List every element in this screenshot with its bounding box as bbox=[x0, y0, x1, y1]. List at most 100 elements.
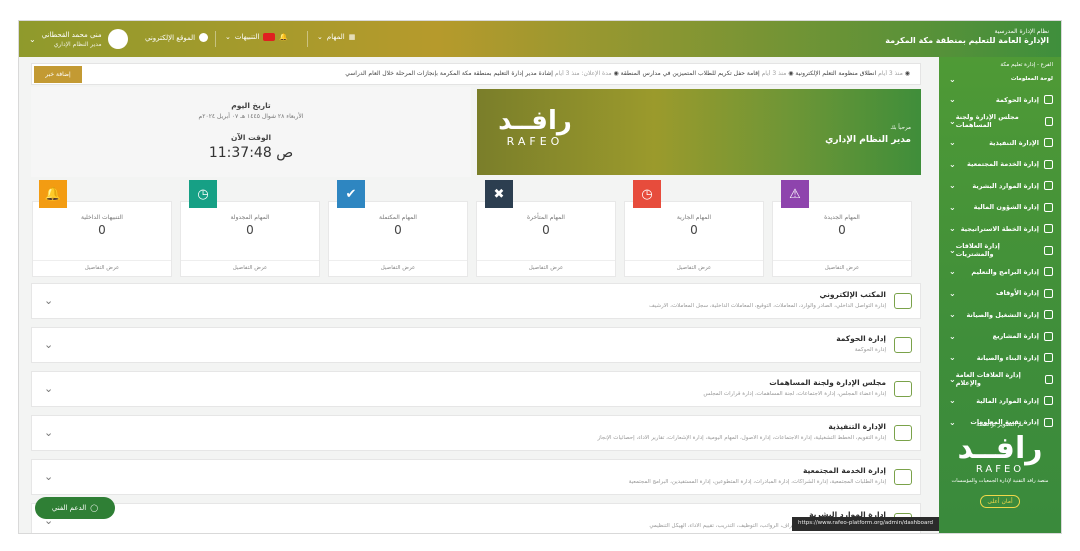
sidebar-item-label: مجلس الإدارة ولجنة المساهمات bbox=[955, 113, 1019, 130]
stat-value: 0 bbox=[690, 223, 698, 237]
menu-icon bbox=[1044, 374, 1053, 384]
sidebar-item[interactable]: ⌄ الإدارة التنفيذية bbox=[939, 132, 1061, 154]
sidebar-item-label: إدارة الخطة الاستراتيجية bbox=[960, 224, 1039, 233]
check-circle-icon: ✔ bbox=[337, 180, 365, 208]
module-row[interactable]: ⌄ المكتب الإلكتروني إدارة التواصل الداخلي،… bbox=[31, 283, 921, 319]
chevron-down-icon[interactable]: ⌄ bbox=[44, 338, 53, 351]
bell-icon: 🔔 bbox=[39, 180, 67, 208]
chevron-down-icon[interactable]: ⌄ bbox=[44, 470, 53, 483]
user-name: منى محمد القحطاني bbox=[41, 30, 102, 39]
module-row[interactable]: ⌄ مجلس الإدارة ولجنة المساهمات إدارة أعضاء… bbox=[31, 371, 921, 407]
support-label: الدعم الفني bbox=[51, 504, 87, 512]
stat-label: المهام الجارية bbox=[676, 214, 712, 221]
sidebar-item[interactable]: ⌄ إدارة العلاقات والمشتريات bbox=[939, 240, 1061, 262]
module-row[interactable]: ⌄ إدارة الحوكمة إدارة الحوكمة bbox=[31, 327, 921, 363]
time-label: الوقت الآن bbox=[230, 133, 272, 142]
chevron-down-icon: ⌄ bbox=[949, 116, 956, 126]
chevron-down-icon: ⌄ bbox=[949, 331, 956, 341]
stat-card[interactable]: ◷ المهام المجدولة 0 عرض التفاصيل bbox=[180, 180, 320, 277]
ticker-meta: منذ 3 أيام bbox=[878, 70, 903, 77]
sidebar-item[interactable]: ⌄ إدارة المشاريع bbox=[939, 326, 1061, 348]
module-title: إدارة الخدمة المجتمعية bbox=[802, 466, 886, 475]
ticker-item[interactable]: إشادة مدير إدارة التعليم بمنطقة مكة المك… bbox=[345, 70, 553, 77]
sidebar-item-label: إدارة الشؤون المالية bbox=[973, 203, 1039, 212]
chevron-down-icon[interactable]: ⌄ bbox=[44, 294, 53, 307]
stat-details-link[interactable]: عرض التفاصيل bbox=[625, 260, 763, 276]
chevron-down-icon: ⌄ bbox=[949, 310, 956, 320]
ticker-item[interactable]: انطلاق منظومة التعلم الإلكترونية bbox=[795, 70, 876, 77]
menu-icon bbox=[1044, 224, 1053, 234]
chevron-down-icon: ⌄ bbox=[317, 33, 323, 41]
menu-icon bbox=[1044, 396, 1053, 406]
chevron-down-icon: ⌄ bbox=[949, 224, 956, 234]
chevron-down-icon: ⌄ bbox=[949, 396, 956, 406]
sidebar-item[interactable]: ⌄ إدارة الخطة الاستراتيجية bbox=[939, 218, 1061, 240]
chevron-down-icon: ⌄ bbox=[949, 74, 956, 84]
menu-icon bbox=[1044, 159, 1053, 169]
stat-details-link[interactable]: عرض التفاصيل bbox=[329, 260, 467, 276]
module-row[interactable]: ⌄ الإدارة التنفيذية إدارة التقويم، الخطط ا… bbox=[31, 415, 921, 451]
stat-value: 0 bbox=[838, 223, 846, 237]
sidebar-item[interactable]: ⌄ إدارة البرامج والتعليم bbox=[939, 261, 1061, 283]
add-news-button[interactable]: إضافة خبر bbox=[34, 66, 82, 83]
stat-details-link[interactable]: عرض التفاصيل bbox=[773, 260, 911, 276]
stat-card[interactable]: ⚠ المهام الجديدة 0 عرض التفاصيل bbox=[772, 180, 912, 277]
tasks-button[interactable]: ⌄ المهام ▦ bbox=[317, 33, 355, 41]
sidebar-item[interactable]: ⌄ إدارة الشؤون المالية bbox=[939, 197, 1061, 219]
logo-description: منصة رافد التقنية لإدارة الجمعيات والمؤس… bbox=[951, 478, 1049, 484]
sidebar-item[interactable]: ⌄ إدارة التشغيل والصيانة bbox=[939, 304, 1061, 326]
portal-label: الموقع الإلكتروني bbox=[145, 33, 196, 42]
sidebar-item[interactable]: ⌄ إدارة الموارد البشرية bbox=[939, 175, 1061, 197]
stat-label: التنبيهات الداخلية bbox=[81, 214, 123, 221]
sidebar-item[interactable]: ⌄ إدارة الأوقاف bbox=[939, 283, 1061, 305]
chevron-down-icon[interactable]: ⌄ bbox=[44, 426, 53, 439]
menu-icon bbox=[1044, 181, 1053, 191]
rafeo-logo-ar: رافــد bbox=[498, 106, 572, 136]
sidebar: الفرع - إدارة تعليم مكة ⌄ لوحة المعلومات… bbox=[939, 57, 1061, 533]
stat-card[interactable]: 🔔 التنبيهات الداخلية 0 عرض التفاصيل bbox=[32, 180, 172, 277]
module-row[interactable]: ⌄ إدارة الموارد البشرية إدارة الموظفين، ال… bbox=[31, 503, 921, 533]
module-icon bbox=[894, 381, 912, 397]
sidebar-item-dashboard[interactable]: الفرع - إدارة تعليم مكة bbox=[939, 57, 1061, 73]
sidebar-item[interactable]: ⌄ إدارة البناء والصيانة bbox=[939, 347, 1061, 369]
notifications-badge bbox=[263, 33, 276, 41]
sidebar-logo: تم التطوير بواسطة رافــد RAFEO منصة رافد… bbox=[939, 417, 1061, 533]
module-description: إدارة أعضاء المجلس، إدارة الاجتماعات، لج… bbox=[703, 391, 886, 397]
sidebar-item[interactable]: ⌄ إدارة الحوكمة bbox=[939, 89, 1061, 111]
sidebar-item-label: إدارة الموارد المالية bbox=[976, 396, 1039, 405]
sidebar-item[interactable]: ⌄ مجلس الإدارة ولجنة المساهمات bbox=[939, 111, 1061, 133]
support-button[interactable]: الدعم الفني ◯ bbox=[35, 497, 115, 519]
sidebar-menu: ⌄ إدارة الحوكمة ⌄ مجلس الإدارة ولجنة المساه… bbox=[939, 89, 1061, 433]
top-bar: ⌄ منى محمد القحطاني مدير النظام الإداري … bbox=[19, 21, 1061, 57]
date-value: الأربعاء ٢٨ شوال ١٤٤٥ هـ ٠٧ أبريل ٢٠٢٤م bbox=[198, 113, 304, 120]
sidebar-item-label: إدارة المشاريع bbox=[992, 332, 1039, 341]
chevron-down-icon: ⌄ bbox=[949, 245, 956, 255]
stat-details-link[interactable]: عرض التفاصيل bbox=[181, 260, 319, 276]
stat-card[interactable]: ◷ المهام الجارية 0 عرض التفاصيل bbox=[624, 180, 764, 277]
notifications-button[interactable]: ⌄ التنبيهات 🔔 bbox=[225, 33, 288, 41]
stat-value: 0 bbox=[394, 223, 402, 237]
sidebar-item[interactable]: ⌄ إدارة الموارد المالية bbox=[939, 390, 1061, 412]
rafeo-logo: رافــد RAFEO bbox=[485, 107, 585, 148]
chevron-down-icon[interactable]: ⌄ bbox=[44, 382, 53, 395]
sidebar-item-info[interactable]: ⌄ لوحة المعلومات bbox=[939, 73, 1061, 85]
ticker-item[interactable]: إقامة حفل تكريم للطلاب المتميزين في مدار… bbox=[621, 70, 760, 77]
stat-details-link[interactable]: عرض التفاصيل bbox=[33, 260, 171, 276]
sidebar-item-label: إدارة التشغيل والصيانة bbox=[966, 310, 1039, 319]
stat-details-link[interactable]: عرض التفاصيل bbox=[477, 260, 615, 276]
user-menu[interactable]: ⌄ منى محمد القحطاني مدير النظام الإداري bbox=[29, 27, 128, 51]
news-ticker: إضافة خبر منذ 3 أيام انطلاق منظومة التعل… bbox=[31, 63, 921, 85]
menu-icon bbox=[1045, 116, 1053, 126]
portal-link[interactable]: الموقع الإلكتروني bbox=[145, 33, 209, 42]
clock-icon: ◷ bbox=[189, 180, 217, 208]
chevron-down-icon: ⌄ bbox=[949, 288, 956, 298]
menu-icon bbox=[1044, 267, 1053, 277]
stat-value: 0 bbox=[542, 223, 550, 237]
sidebar-item[interactable]: ⌄ إدارة العلاقات العامة والإعلام bbox=[939, 369, 1061, 391]
stat-card[interactable]: ✖ المهام المتأخرة 0 عرض التفاصيل bbox=[476, 180, 616, 277]
sidebar-item[interactable]: ⌄ إدارة الخدمة المجتمعية bbox=[939, 154, 1061, 176]
sidebar-item-label: إدارة البرامج والتعليم bbox=[971, 267, 1039, 276]
module-row[interactable]: ⌄ إدارة الخدمة المجتمعية إدارة الطلبات الم… bbox=[31, 459, 921, 495]
stat-card[interactable]: ✔ المهام المكتملة 0 عرض التفاصيل bbox=[328, 180, 468, 277]
close-circle-icon: ✖ bbox=[485, 180, 513, 208]
